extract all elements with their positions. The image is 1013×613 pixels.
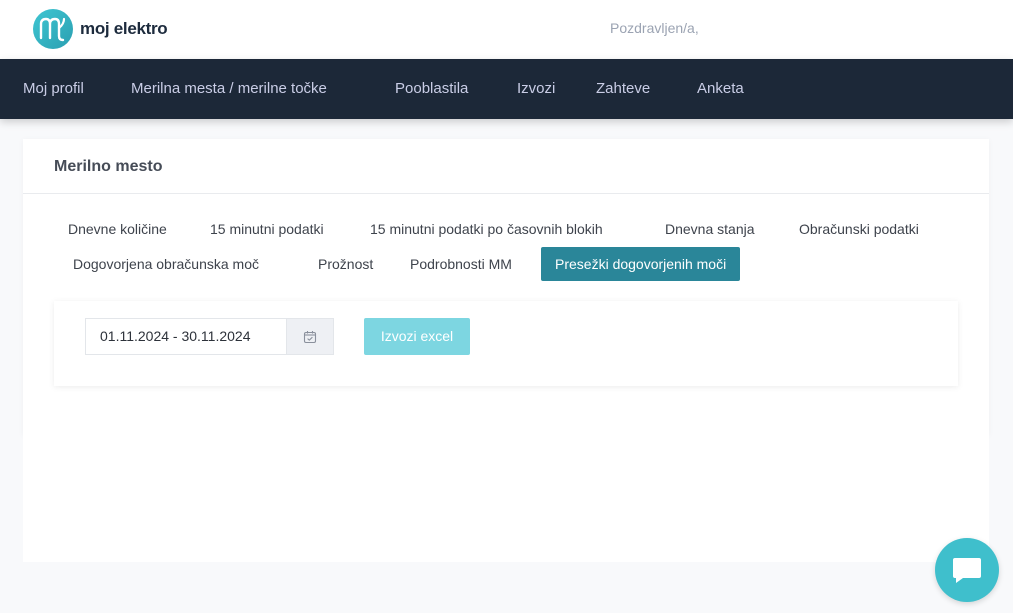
measuring-point-card: Merilno mesto Dnevne količine 15 minutni… (23, 139, 989, 435)
nav-item-moj-profil[interactable]: Moj profil (23, 80, 84, 97)
logo-mark-icon (33, 9, 73, 49)
logo[interactable]: moj elektro (33, 9, 168, 49)
main-nav: Moj profil Merilna mesta / merilne točke… (0, 59, 1013, 119)
export-excel-button[interactable]: Izvozi excel (364, 318, 470, 355)
calendar-check-icon (303, 330, 317, 343)
card-divider (23, 193, 989, 194)
chat-button[interactable] (935, 538, 999, 602)
card-lower-area (23, 435, 989, 562)
tab-dogovorjena-moc[interactable]: Dogovorjena obračunska moč (59, 247, 273, 281)
date-picker-button[interactable] (286, 318, 334, 355)
nav-item-zahteve[interactable]: Zahteve (596, 80, 650, 97)
card-title: Merilno mesto (54, 158, 163, 175)
logo-text: moj elektro (80, 19, 168, 38)
tab-proznost[interactable]: Prožnost (304, 247, 387, 281)
nav-item-merilna-mesta[interactable]: Merilna mesta / merilne točke (131, 80, 327, 97)
nav-item-izvozi[interactable]: Izvozi (517, 80, 555, 97)
tab-dnevne-kolicine[interactable]: Dnevne količine (54, 212, 181, 246)
date-range-input[interactable]: 01.11.2024 - 30.11.2024 (85, 318, 287, 355)
tab-15-minutni-bloki[interactable]: 15 minutni podatki po časovnih blokih (356, 212, 617, 246)
tab-dnevna-stanja[interactable]: Dnevna stanja (651, 212, 769, 246)
nav-item-anketa[interactable]: Anketa (697, 80, 744, 97)
greeting-text: Pozdravljen/a, (610, 20, 699, 36)
chat-bubble-icon (953, 558, 981, 583)
filter-panel: 01.11.2024 - 30.11.2024 Izvozi excel (54, 301, 958, 386)
tab-obracunski-podatki[interactable]: Obračunski podatki (785, 212, 933, 246)
top-bar: moj elektro Pozdravljen/a, (0, 0, 1013, 59)
nav-item-pooblastila[interactable]: Pooblastila (395, 80, 468, 97)
tab-podrobnosti-mm[interactable]: Podrobnosti MM (396, 247, 526, 281)
tab-presezki-moci[interactable]: Presežki dogovorjenih moči (541, 247, 741, 281)
tab-15-minutni-podatki[interactable]: 15 minutni podatki (196, 212, 338, 246)
